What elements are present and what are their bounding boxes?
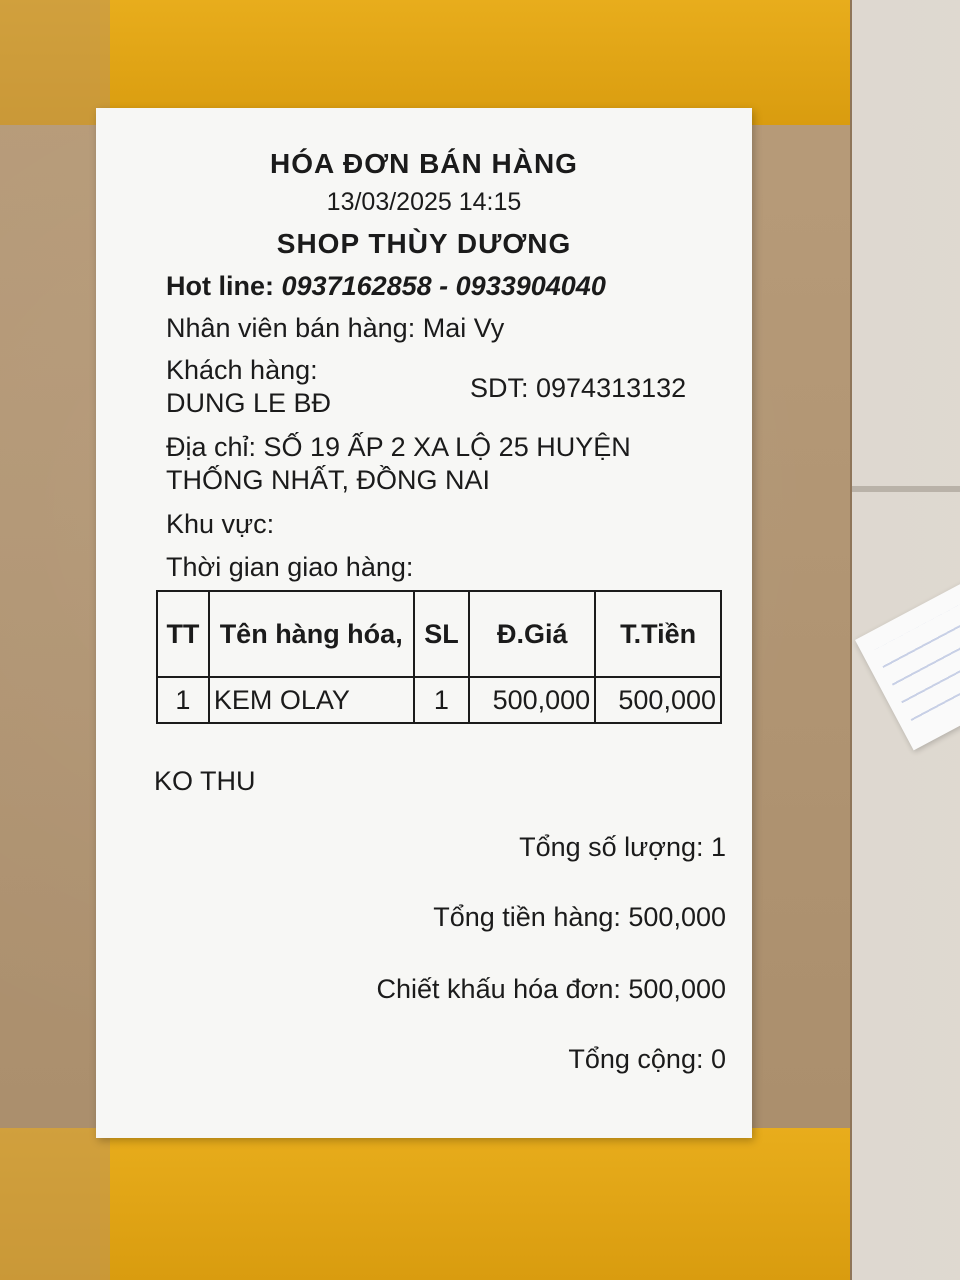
- hotline-label: Hot line:: [166, 271, 274, 301]
- header-item-name: Tên hàng hóa,: [207, 590, 415, 678]
- area: Khu vực:: [166, 509, 275, 539]
- hotline-numbers: 0937162858 - 0933904040: [281, 271, 606, 301]
- cell-item-name: KEM OLAY: [207, 676, 415, 724]
- hotline: Hot line: 0937162858 - 0933904040: [166, 271, 606, 302]
- cell-unit-price: 500,000: [468, 676, 597, 724]
- header-unit-price: Đ.Giá: [468, 590, 597, 678]
- items-table: TT Tên hàng hóa, SL Đ.Giá T.Tiền 1 KEM O…: [156, 590, 722, 724]
- staff-name: Nhân viên bán hàng: Mai Vy: [166, 313, 505, 343]
- header-qty: SL: [412, 590, 471, 678]
- cell-line-total: 500,000: [594, 676, 722, 724]
- packing-tape-top: [0, 0, 850, 125]
- header-line-total: T.Tiền: [594, 590, 722, 678]
- cell-tt: 1: [156, 676, 210, 724]
- header-tt: TT: [156, 590, 210, 678]
- shop-name: SHOP THÙY DƯƠNG: [276, 228, 572, 259]
- address-line-1: Địa chỉ: SỐ 19 ẤP 2 XA LỘ 25 HUYỆN: [166, 432, 631, 462]
- delivery-time: Thời gian giao hàng:: [166, 552, 414, 582]
- receipt-title: HÓA ĐƠN BÁN HÀNG: [270, 148, 578, 179]
- cell-qty: 1: [412, 676, 471, 724]
- receipt-datetime: 13/03/2025 14:15: [326, 188, 522, 216]
- packing-tape-bottom: [0, 1128, 850, 1280]
- subtotal: Tổng tiền hàng: 500,000: [433, 902, 726, 932]
- customer-label: Khách hàng:: [166, 355, 318, 385]
- table-row: 1 KEM OLAY 1 500,000 500,000: [156, 676, 722, 724]
- receipt-note: KO THU: [154, 766, 256, 796]
- invoice-discount: Chiết khấu hóa đơn: 500,000: [376, 974, 726, 1004]
- customer-phone: SDT: 0974313132: [470, 373, 687, 403]
- customer-name: DUNG LE BĐ: [166, 388, 332, 418]
- total-quantity: Tổng số lượng: 1: [519, 832, 726, 862]
- table-header-row: TT Tên hàng hóa, SL Đ.Giá T.Tiền: [156, 590, 722, 678]
- address-line-2: THỐNG NHẤT, ĐỒNG NAI: [166, 465, 491, 495]
- grand-total: Tổng cộng: 0: [568, 1044, 726, 1074]
- sales-receipt: HÓA ĐƠN BÁN HÀNG 13/03/2025 14:15 SHOP T…: [96, 108, 752, 1138]
